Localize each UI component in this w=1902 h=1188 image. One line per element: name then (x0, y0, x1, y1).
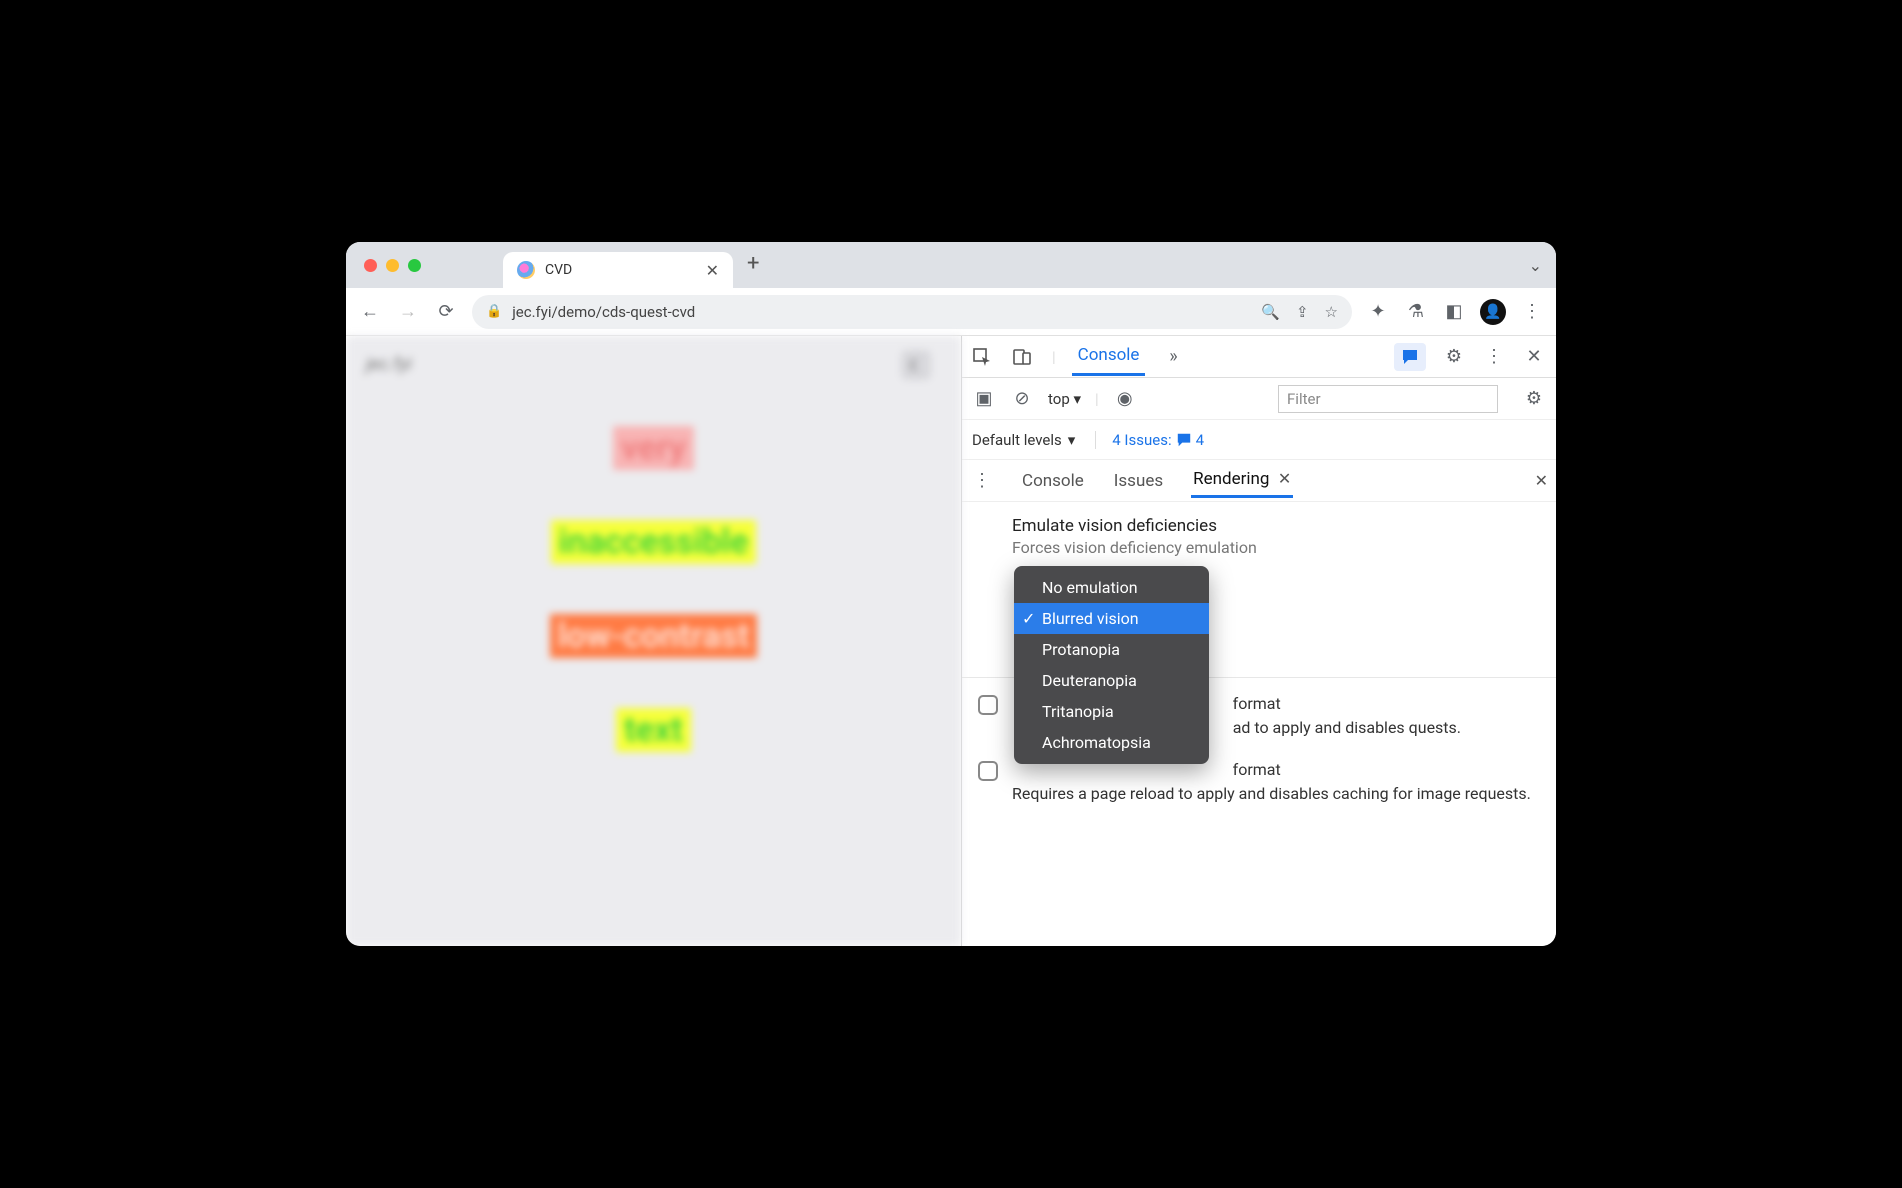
tab-title: CVD (545, 262, 696, 278)
inspect-icon[interactable] (972, 347, 996, 367)
devtools-close-icon[interactable]: ✕ (1522, 346, 1546, 367)
content-area: jec.fyi ☾ very inaccessible low-contrast… (346, 336, 1556, 946)
back-button[interactable]: ← (358, 301, 382, 322)
address-bar[interactable]: 🔒 jec.fyi/demo/cds-quest-cvd 🔍 ⇪ ☆ (472, 295, 1352, 329)
extensions-icon[interactable]: ✦ (1366, 301, 1390, 322)
sidepanel-icon[interactable]: ◧ (1442, 301, 1466, 322)
demo-word-3: low-contrast (550, 614, 758, 658)
browser-tab[interactable]: CVD ✕ (503, 252, 733, 288)
more-tabs-icon[interactable]: » (1161, 346, 1185, 367)
tab-strip: CVD ✕ + ⌄ (346, 242, 1556, 288)
console-sidebar-toggle-icon[interactable]: ▣ (972, 388, 996, 409)
browser-toolbar: ← → ⟳ 🔒 jec.fyi/demo/cds-quest-cvd 🔍 ⇪ ☆… (346, 288, 1556, 336)
dropdown-option-tritanopia[interactable]: Tritanopia (1014, 696, 1209, 727)
format-checkbox-2[interactable] (978, 761, 998, 781)
console-filter-input[interactable]: Filter (1278, 385, 1498, 413)
profile-button[interactable]: 👤 (1480, 299, 1506, 325)
drawer-tab-issues[interactable]: Issues (1112, 465, 1165, 497)
devtools-main-toolbar: | Console » ⚙ ⋮ ✕ (962, 336, 1556, 378)
zoom-icon[interactable]: 🔍 (1261, 303, 1280, 321)
close-window-button[interactable] (364, 259, 377, 272)
filter-placeholder: Filter (1287, 390, 1321, 408)
drawer-close-icon[interactable]: ✕ (1535, 471, 1548, 490)
devtools-settings-icon[interactable]: ⚙ (1442, 346, 1466, 367)
maximize-window-button[interactable] (408, 259, 421, 272)
drawer-tabbar: ⋮ Console Issues Rendering ✕ ✕ (962, 460, 1556, 502)
issues-toolbar-icon[interactable] (1394, 343, 1426, 371)
format-checkbox-1[interactable] (978, 695, 998, 715)
dropdown-option-protanopia[interactable]: Protanopia (1014, 634, 1209, 665)
console-filter-bar: Default levels ▾ 4 Issues: 4 (962, 420, 1556, 460)
dropdown-option-no-emulation[interactable]: No emulation (1014, 572, 1209, 603)
new-tab-button[interactable]: + (747, 251, 759, 280)
window-controls (356, 242, 433, 288)
devtools-menu-icon[interactable]: ⋮ (1482, 346, 1506, 367)
devtools-panel: | Console » ⚙ ⋮ ✕ ▣ ⊘ top ▾ | ◉ Filter (961, 336, 1556, 946)
dropdown-option-achromatopsia[interactable]: Achromatopsia (1014, 727, 1209, 758)
live-expression-icon[interactable]: ◉ (1113, 388, 1137, 409)
vision-section-title: Emulate vision deficiencies (1012, 516, 1538, 536)
forward-button: → (396, 301, 420, 322)
drawer-tab-console[interactable]: Console (1020, 465, 1086, 497)
demo-word-4: text (616, 708, 690, 752)
console-toolbar: ▣ ⊘ top ▾ | ◉ Filter ⚙ (962, 378, 1556, 420)
demo-word-2: inaccessible (551, 520, 757, 564)
bookmark-icon[interactable]: ☆ (1325, 303, 1338, 321)
minimize-window-button[interactable] (386, 259, 399, 272)
browser-window: CVD ✕ + ⌄ ← → ⟳ 🔒 jec.fyi/demo/cds-quest… (346, 242, 1556, 946)
webpage-viewport[interactable]: jec.fyi ☾ very inaccessible low-contrast… (346, 336, 961, 946)
format-section-2: XXXXXXXXXXXXXXXXXXXXXXformat Requires a … (1012, 758, 1538, 806)
theme-toggle-icon[interactable]: ☾ (901, 350, 931, 380)
reload-button[interactable]: ⟳ (434, 301, 458, 322)
rendering-drawer-body: Emulate vision deficiencies Forces visio… (962, 502, 1556, 946)
share-icon[interactable]: ⇪ (1296, 303, 1309, 321)
site-label: jec.fyi (366, 354, 412, 375)
url-text: jec.fyi/demo/cds-quest-cvd (512, 303, 695, 321)
log-levels-selector[interactable]: Default levels ▾ (972, 431, 1075, 449)
lock-icon: 🔒 (486, 304, 502, 319)
issues-counter[interactable]: 4 Issues: 4 (1095, 431, 1204, 449)
demo-word-1: very (613, 426, 694, 470)
dropdown-option-blurred-vision[interactable]: Blurred vision (1014, 603, 1209, 634)
console-settings-icon[interactable]: ⚙ (1522, 388, 1546, 409)
drawer-menu-icon[interactable]: ⋮ (970, 470, 994, 491)
favicon-icon (517, 261, 535, 279)
devtools-tab-console[interactable]: Console (1072, 337, 1146, 376)
clear-console-icon[interactable]: ⊘ (1010, 388, 1034, 409)
drawer-tab-close-icon[interactable]: ✕ (1278, 469, 1291, 488)
tab-close-button[interactable]: ✕ (706, 261, 719, 280)
labs-icon[interactable]: ⚗ (1404, 301, 1428, 322)
vision-deficiency-dropdown[interactable]: No emulation Blurred vision Protanopia D… (1014, 566, 1209, 764)
dropdown-option-deuteranopia[interactable]: Deuteranopia (1014, 665, 1209, 696)
context-selector[interactable]: top ▾ (1048, 390, 1081, 408)
drawer-tab-rendering[interactable]: Rendering ✕ (1191, 463, 1293, 498)
issues-chat-icon (1176, 432, 1192, 448)
tabs-menu-button[interactable]: ⌄ (1529, 256, 1542, 275)
browser-menu-button[interactable]: ⋮ (1520, 301, 1544, 322)
vision-section-subtitle: Forces vision deficiency emulation (1012, 538, 1538, 557)
device-toggle-icon[interactable] (1012, 347, 1036, 367)
